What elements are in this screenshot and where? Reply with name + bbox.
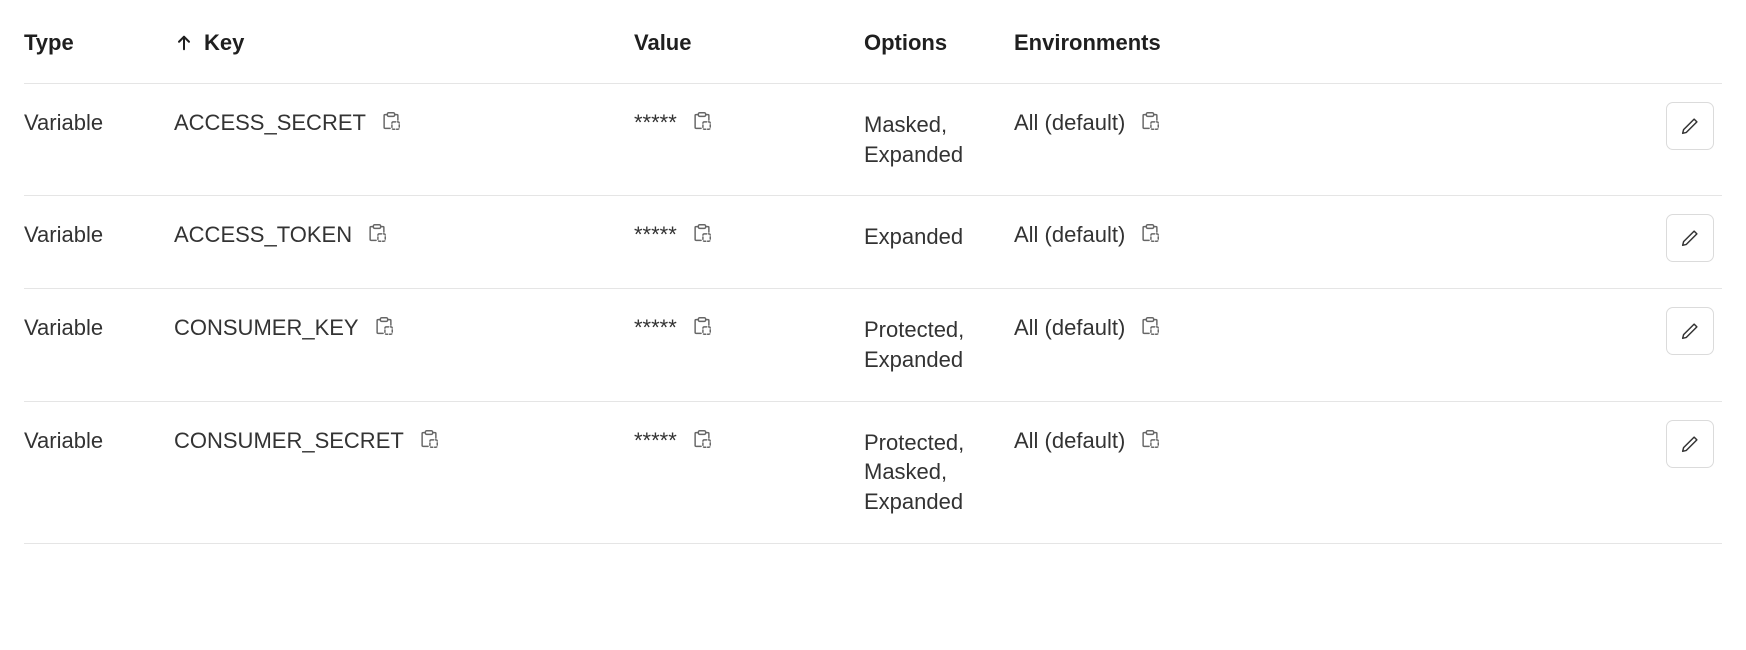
cell-options: Expanded bbox=[864, 196, 1014, 289]
cell-options: Protected, Masked, Expanded bbox=[864, 401, 1014, 543]
cell-environments: All (default) bbox=[1014, 110, 1125, 136]
pencil-icon bbox=[1683, 232, 1697, 246]
column-header-value[interactable]: Value bbox=[634, 18, 864, 84]
column-header-options[interactable]: Options bbox=[864, 18, 1014, 84]
cell-environments: All (default) bbox=[1014, 315, 1125, 341]
copy-value-icon[interactable] bbox=[691, 428, 713, 450]
cell-type: Variable bbox=[24, 84, 174, 196]
cell-options: Masked, Expanded bbox=[864, 84, 1014, 196]
pencil-icon bbox=[1683, 119, 1697, 133]
cell-environments: All (default) bbox=[1014, 222, 1125, 248]
edit-button[interactable] bbox=[1666, 420, 1714, 468]
edit-button[interactable] bbox=[1666, 102, 1714, 150]
table-header-row: Type Key Value Options Environments bbox=[24, 18, 1722, 84]
cell-type: Variable bbox=[24, 196, 174, 289]
table-row: Variable CONSUMER_KEY ***** bbox=[24, 289, 1722, 401]
column-header-key-label: Key bbox=[204, 30, 244, 56]
copy-environments-icon[interactable] bbox=[1139, 315, 1161, 337]
table-row: Variable ACCESS_SECRET ***** bbox=[24, 84, 1722, 196]
cell-value: ***** bbox=[634, 315, 677, 341]
cell-value: ***** bbox=[634, 110, 677, 136]
copy-environments-icon[interactable] bbox=[1139, 222, 1161, 244]
cell-options: Protected, Expanded bbox=[864, 289, 1014, 401]
cell-type: Variable bbox=[24, 401, 174, 543]
copy-key-icon[interactable] bbox=[418, 428, 440, 450]
cell-value: ***** bbox=[634, 222, 677, 248]
column-header-key[interactable]: Key bbox=[174, 18, 634, 84]
cell-key: CONSUMER_SECRET bbox=[174, 428, 404, 454]
variables-table: Type Key Value Options Environments V bbox=[24, 18, 1722, 544]
table-row: Variable ACCESS_TOKEN ***** bbox=[24, 196, 1722, 289]
cell-key: ACCESS_TOKEN bbox=[174, 222, 352, 248]
copy-key-icon[interactable] bbox=[373, 315, 395, 337]
column-header-type[interactable]: Type bbox=[24, 18, 174, 84]
copy-key-icon[interactable] bbox=[380, 110, 402, 132]
copy-value-icon[interactable] bbox=[691, 110, 713, 132]
cell-type: Variable bbox=[24, 289, 174, 401]
pencil-icon bbox=[1683, 325, 1697, 339]
copy-value-icon[interactable] bbox=[691, 315, 713, 337]
pencil-icon bbox=[1683, 437, 1697, 451]
copy-environments-icon[interactable] bbox=[1139, 110, 1161, 132]
copy-value-icon[interactable] bbox=[691, 222, 713, 244]
copy-key-icon[interactable] bbox=[366, 222, 388, 244]
copy-environments-icon[interactable] bbox=[1139, 428, 1161, 450]
table-row: Variable CONSUMER_SECRET ***** bbox=[24, 401, 1722, 543]
cell-environments: All (default) bbox=[1014, 428, 1125, 454]
column-header-environments[interactable]: Environments bbox=[1014, 18, 1632, 84]
cell-value: ***** bbox=[634, 428, 677, 454]
edit-button[interactable] bbox=[1666, 307, 1714, 355]
edit-button[interactable] bbox=[1666, 214, 1714, 262]
sort-ascending-icon bbox=[174, 33, 194, 53]
cell-key: ACCESS_SECRET bbox=[174, 110, 366, 136]
column-header-actions bbox=[1632, 18, 1722, 84]
cell-key: CONSUMER_KEY bbox=[174, 315, 359, 341]
